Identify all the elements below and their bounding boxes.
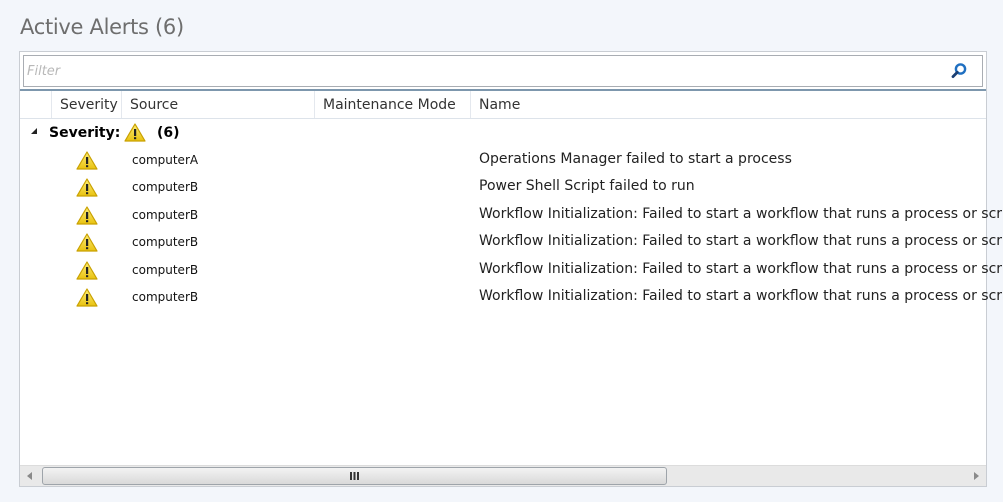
alert-row[interactable]: computerB Workflow Initialization: Failed… (20, 229, 1003, 256)
group-label: Severity: (49, 125, 121, 141)
alert-source: computerB (132, 235, 199, 250)
alert-source: computerA (132, 153, 199, 167)
column-header-severity[interactable]: Severity (51, 91, 121, 118)
group-row-severity[interactable]: Severity: (6) (20, 119, 986, 147)
filter-input[interactable] (24, 56, 927, 86)
alert-row[interactable]: computerB Workflow Initialization: Failed… (20, 284, 1003, 311)
alert-source: computerB (132, 180, 199, 195)
alert-row[interactable]: computerB Workflow Initialization: Failed… (20, 202, 1003, 229)
alert-name: Workflow Initialization: Failed to start… (479, 260, 1003, 277)
warning-icon (76, 288, 98, 311)
page-title: Active Alerts (6) (20, 15, 184, 39)
grid-header: Severity Source Maintenance Mode Name (20, 91, 986, 119)
alert-row[interactable]: computerB Workflow Initialization: Failed… (20, 257, 1003, 284)
scrollbar-thumb[interactable] (42, 467, 667, 485)
alert-name: Workflow Initialization: Failed to start… (479, 288, 1003, 304)
alert-source: computerB (132, 207, 199, 222)
warning-icon (124, 123, 146, 146)
alert-source: computerB (132, 262, 199, 277)
scroll-right-arrow-icon[interactable] (974, 472, 979, 480)
grip-icon (350, 472, 359, 480)
alert-name: Workflow Initialization: Failed to start… (479, 233, 1003, 250)
column-header-selector[interactable] (20, 91, 51, 118)
warning-icon (76, 206, 98, 229)
group-count: (6) (157, 125, 180, 141)
column-header-name[interactable]: Name (470, 91, 986, 118)
alerts-panel: Severity Source Maintenance Mode Name Se… (19, 51, 1003, 487)
warning-icon (76, 233, 98, 256)
scroll-left-arrow-icon[interactable] (27, 472, 32, 480)
alert-row[interactable]: computerB Power Shell Script failed to ru… (20, 174, 986, 201)
alert-name: Operations Manager failed to start a pro… (479, 151, 792, 167)
warning-icon (76, 260, 98, 284)
alert-name: Workflow Initialization: Failed to start… (479, 205, 1003, 222)
horizontal-scrollbar[interactable] (20, 465, 986, 486)
filter-box (23, 55, 983, 87)
alert-name: Power Shell Script failed to run (479, 178, 695, 195)
warning-icon (76, 178, 98, 201)
search-icon[interactable] (950, 62, 968, 80)
column-header-maintenance-mode[interactable]: Maintenance Mode (314, 91, 470, 118)
alert-row[interactable]: computerA Operations Manager failed to st… (20, 147, 986, 174)
warning-icon (76, 151, 98, 174)
column-header-source[interactable]: Source (121, 91, 314, 118)
expand-collapse-icon[interactable] (31, 128, 37, 134)
alert-source: computerB (132, 290, 199, 304)
